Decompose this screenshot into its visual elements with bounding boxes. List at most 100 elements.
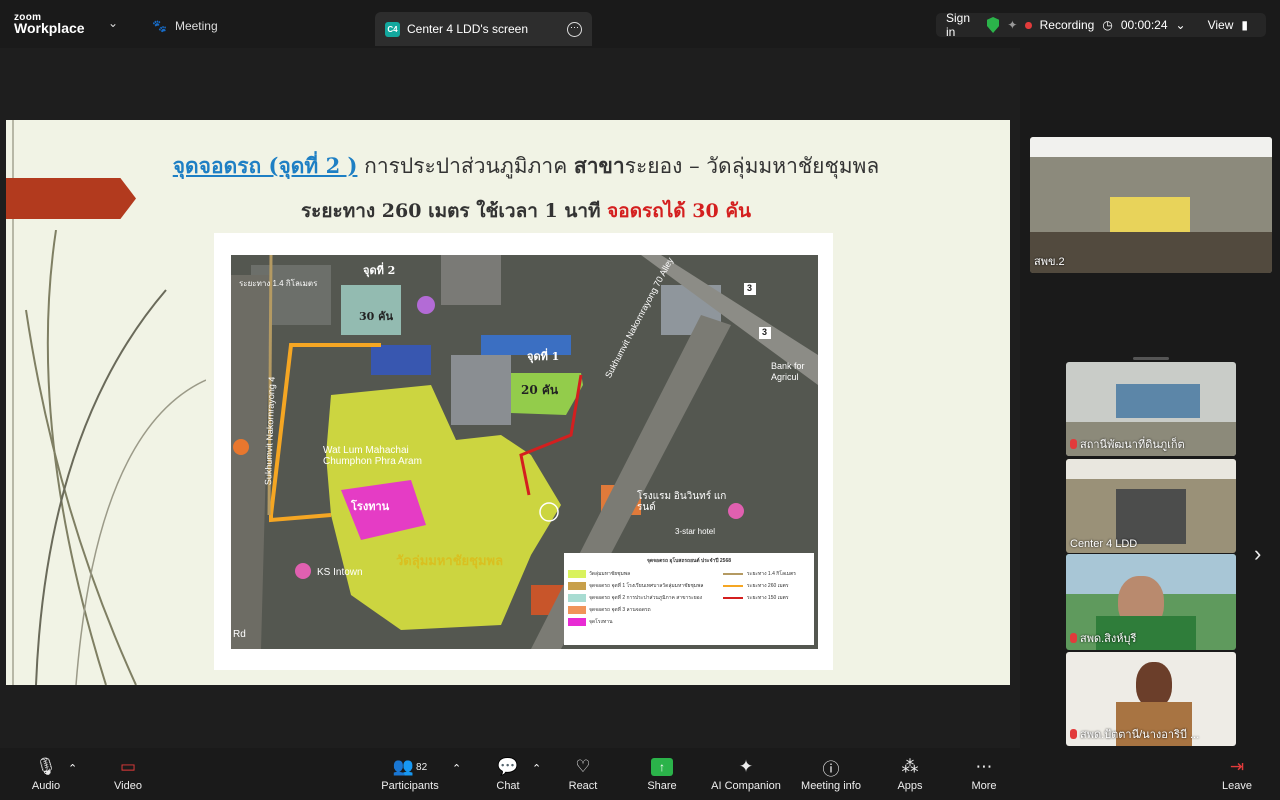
sign-in-button[interactable]: Sign in: [946, 11, 979, 39]
participants-count: 82: [416, 761, 428, 773]
legend-line-swatch: [723, 597, 743, 599]
meeting-toolbar: 🎙 Audio ⌃ ▭ Video 👥 82 Participants ⌃ 💬 C…: [0, 748, 1280, 800]
more-button[interactable]: ⋯ More: [944, 756, 1024, 792]
participant-name-text: สพด.ปัตตานี/นางอาริบี ...: [1080, 729, 1200, 741]
recording-dot-icon: [1025, 21, 1032, 29]
tab-label: Center 4 LDD's screen: [407, 22, 529, 36]
caret-up-icon[interactable]: ⌃: [532, 762, 541, 775]
legend-swatch: [568, 570, 586, 578]
satellite-map: ระยะทาง 1.4 กิโลเมตร จุดที่ 2 30 คัน จุด…: [231, 255, 818, 649]
tab-badge: C4: [385, 21, 400, 37]
meeting-info-label: Meeting info: [801, 780, 861, 792]
legend-title: จุดจอดรถ อุโบสถรถยนต์ ประจำปี 2568: [646, 558, 732, 564]
leave-label: Leave: [1222, 780, 1252, 792]
caret-up-icon[interactable]: ⌃: [452, 762, 461, 775]
meeting-status-group: Sign in ✦ Recording ◷ 00:00:24 ⌄ View ▮: [936, 11, 1266, 39]
legend-line-label: ระยะทาง 260 เมตร: [747, 583, 789, 589]
meeting-menu[interactable]: 🐾 Meeting: [152, 19, 218, 33]
legend-line-swatch: [723, 585, 743, 587]
clock-icon: ◷: [1102, 18, 1113, 32]
map-label-cars30: 30 คัน: [359, 310, 394, 323]
map-label-spot1: จุดที่ 1: [527, 350, 560, 363]
map-label-bank: Bank for Agricul: [771, 361, 805, 382]
map-label-temple-th: วัดลุ่มมหาชัยชุมพล: [396, 554, 504, 569]
participants-button[interactable]: 👥 82 Participants: [370, 756, 450, 792]
map-label-ks-intown: KS Intown: [317, 567, 363, 578]
legend-row: จุดจอดรถ จุดที่ 1 โรงเรียนเทศบาลวัดลุ่มม…: [568, 580, 810, 592]
slide-title: จุดจอดรถ (จุดที่ 2 ) การประปาส่วนภูมิภาค…: [146, 150, 906, 183]
chevron-down-icon[interactable]: ⌄: [1176, 18, 1186, 32]
react-button[interactable]: ♡ React: [543, 756, 623, 792]
map-frame: ระยะทาง 1.4 กิโลเมตร จุดที่ 2 30 คัน จุด…: [214, 233, 833, 670]
legend-item-label: จุดโรงทาน: [589, 619, 613, 625]
chevron-down-icon[interactable]: ⌄: [108, 16, 118, 30]
tab-shared-screen[interactable]: C4 Center 4 LDD's screen ···: [375, 12, 592, 46]
mic-muted-icon: [1070, 729, 1077, 739]
caret-up-icon[interactable]: ⌃: [68, 762, 77, 775]
leave-door-icon: ⇥: [1229, 757, 1245, 776]
video-label: Video: [114, 780, 142, 792]
chat-label: Chat: [496, 780, 520, 792]
react-label: React: [568, 780, 598, 792]
map-road-sign: 3: [762, 327, 768, 337]
view-button[interactable]: View: [1208, 18, 1234, 32]
participant-name-text: สพข.2: [1034, 256, 1065, 268]
video-off-icon: ▭: [119, 757, 137, 776]
info-icon: ⓘ: [822, 759, 840, 779]
recording-label[interactable]: Recording: [1040, 18, 1095, 32]
next-page-arrow-icon[interactable]: ›: [1254, 541, 1261, 567]
participants-label: Participants: [381, 780, 439, 792]
participant-name: สพด.ปัตตานี/นางอาริบี ...: [1070, 725, 1199, 743]
sparkle-icon[interactable]: ✦: [1007, 18, 1017, 32]
mic-muted-icon: [1070, 633, 1077, 643]
legend-row: จุดจอดรถ จุดที่ 2 การประปาส่วนภูมิภาค สา…: [568, 592, 810, 604]
apps-grid-icon: ⁂: [901, 757, 919, 776]
participant-name: สพข.2: [1034, 252, 1065, 270]
video-tile[interactable]: สพด.ปัตตานี/นางอาริบี ...: [1066, 652, 1236, 746]
logo-big-text: Workplace: [14, 20, 85, 36]
map-label-hotel-th: โรงแรม อินวินทร์ แกรนด์: [637, 491, 727, 513]
participant-name-text: สพด.สิงห์บุรี: [1080, 633, 1137, 645]
title-bar: zoom Workplace ⌄ 🐾 Meeting C4 Center 4 L…: [0, 0, 1280, 48]
panel-drag-handle[interactable]: [1133, 357, 1169, 360]
share-arrow-icon: ↑: [651, 758, 673, 776]
map-legend: จุดจอดรถ อุโบสถรถยนต์ ประจำปี 2568 วัดลุ…: [564, 553, 814, 645]
legend-row: วัดลุ่มมหาชัยชุมพล ระยะทาง 1.4 กิโลเมตร: [568, 568, 810, 580]
map-label-cars20: 20 คัน: [521, 383, 559, 397]
map-distance-label: ระยะทาง 1.4 กิโลเมตร: [239, 279, 318, 288]
participant-name-text: Center 4 LDD: [1070, 538, 1138, 550]
legend-swatch: [568, 582, 586, 590]
legend-row: จุดจอดรถ จุดที่ 3 ลานจอดรถ: [568, 604, 810, 616]
more-icon[interactable]: ···: [567, 21, 582, 37]
legend-swatch: [568, 618, 586, 626]
participants-icon: 👥 82: [392, 757, 428, 776]
video-tile[interactable]: Center 4 LDD: [1066, 459, 1236, 553]
legend-swatch: [568, 594, 586, 602]
legend-line-label: ระยะทาง 1.4 กิโลเมตร: [747, 571, 796, 577]
shield-icon[interactable]: [986, 17, 1000, 33]
recording-timer: 00:00:24: [1120, 18, 1168, 32]
leave-button[interactable]: ⇥ Leave: [1197, 756, 1277, 792]
audio-label: Audio: [31, 780, 61, 792]
map-label-school: โรงทาน: [351, 501, 390, 513]
legend-rows: วัดลุ่มมหาชัยชุมพล ระยะทาง 1.4 กิโลเมตร จุ…: [568, 568, 810, 628]
ai-companion-label: AI Companion: [711, 780, 781, 792]
legend-swatch: [568, 606, 586, 614]
ai-companion-button[interactable]: ✦ AI Companion: [706, 756, 786, 792]
video-button[interactable]: ▭ Video: [88, 756, 168, 792]
video-tile[interactable]: สพข.2: [1030, 137, 1272, 273]
participant-panel: สพข.2 สถานีพัฒนาที่ดินภูเก็ต Center 4 LD…: [1020, 48, 1280, 748]
legend-line-label: ระยะทาง 150 เมตร: [747, 595, 789, 601]
apps-button[interactable]: ⁂ Apps: [870, 756, 950, 792]
share-button[interactable]: ↑ Share: [622, 756, 702, 792]
legend-item-label: จุดจอดรถ จุดที่ 2 การประปาส่วนภูมิภาค สา…: [589, 595, 703, 601]
meeting-label: Meeting: [174, 19, 218, 33]
meeting-info-button[interactable]: ⓘ Meeting info: [791, 756, 871, 793]
video-tile[interactable]: สถานีพัฒนาที่ดินภูเก็ต: [1066, 362, 1236, 456]
map-road-sign: 3: [747, 283, 753, 293]
legend-row: จุดโรงทาน: [568, 616, 810, 628]
view-layout-icon[interactable]: ▮: [1241, 18, 1248, 32]
paw-icon: 🐾: [152, 19, 167, 33]
video-tile[interactable]: สพด.สิงห์บุรี: [1066, 554, 1236, 650]
more-label: More: [971, 780, 997, 792]
